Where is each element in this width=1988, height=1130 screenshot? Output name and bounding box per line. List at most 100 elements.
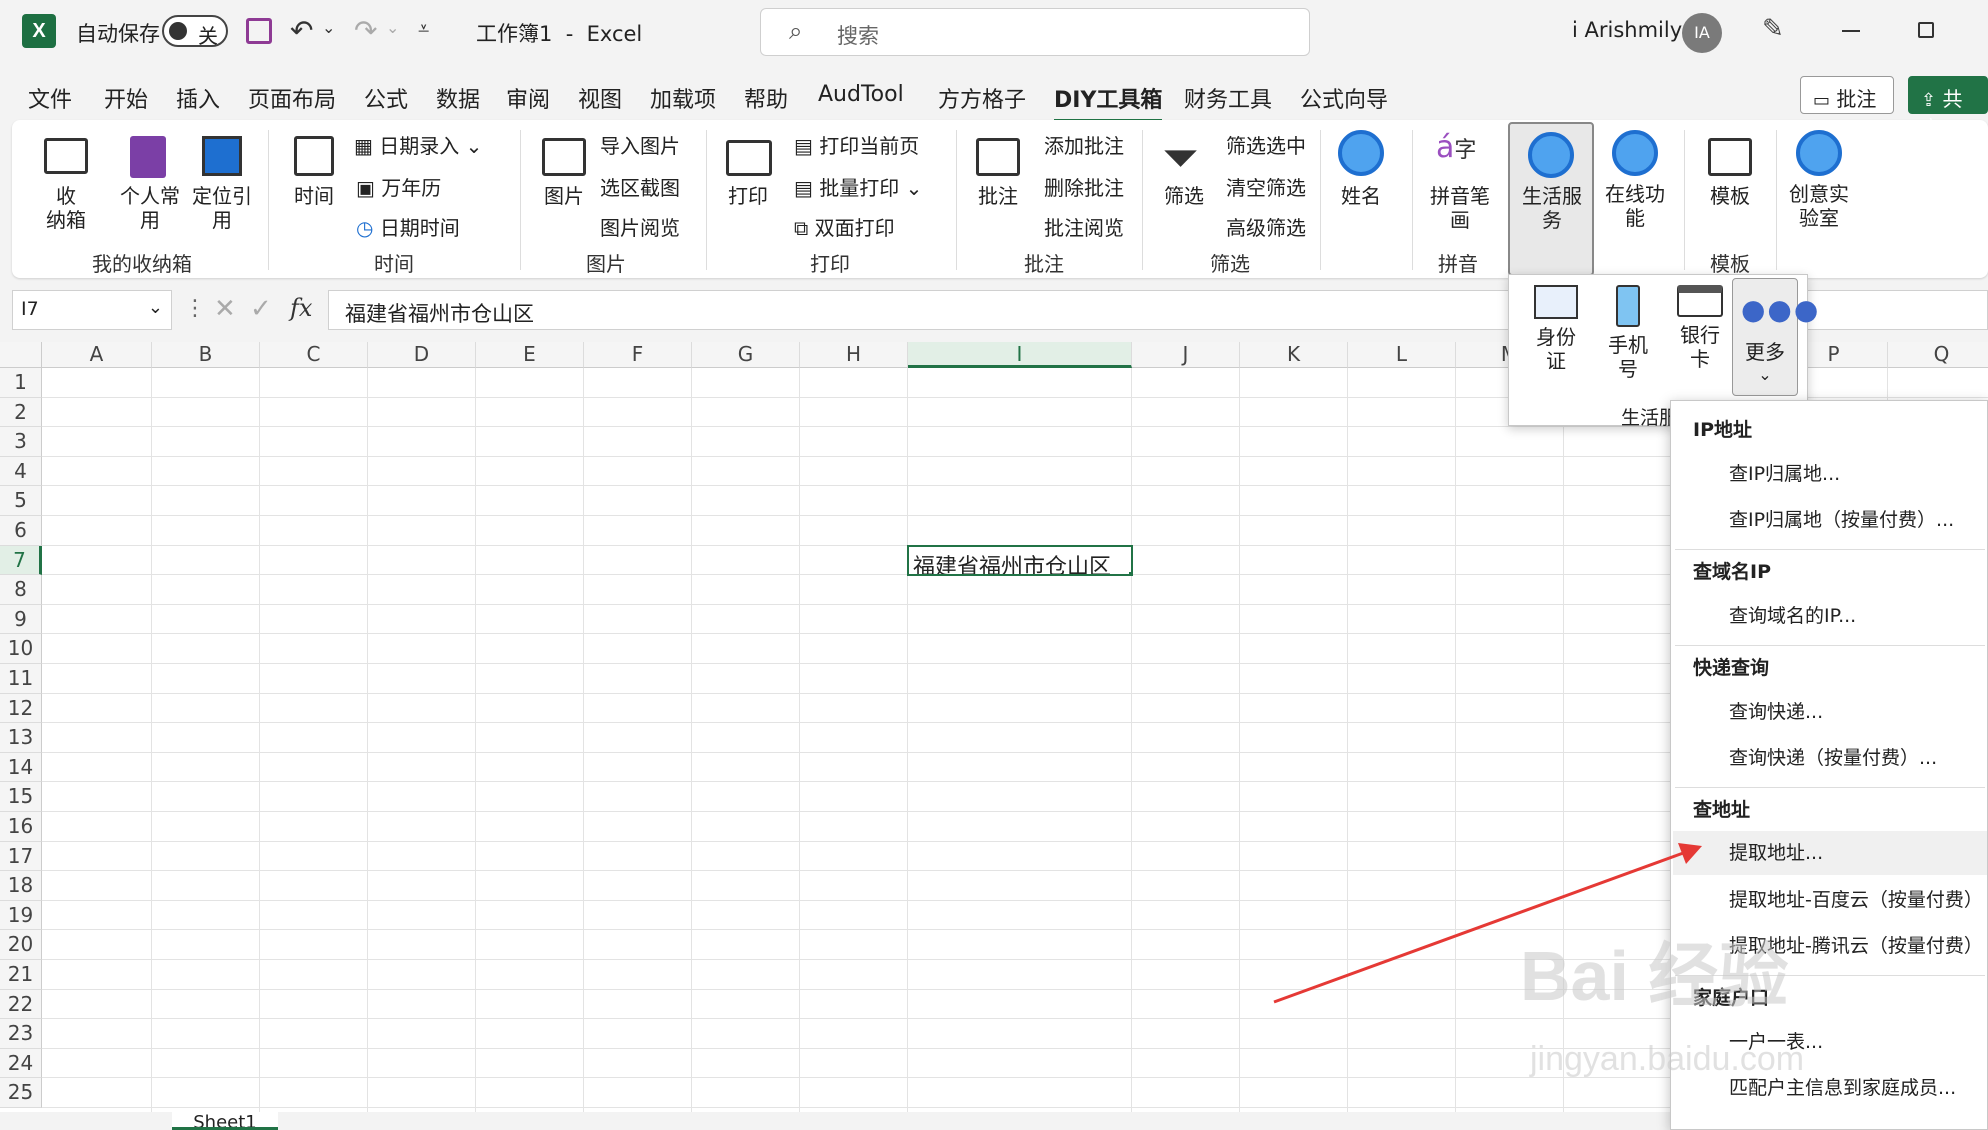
template-button[interactable]: 模板 — [1700, 184, 1760, 208]
column-header[interactable]: J — [1132, 342, 1240, 368]
avatar[interactable]: IA — [1682, 13, 1722, 53]
add-comment-button[interactable]: 添加批注 — [1044, 130, 1124, 159]
life-service-button[interactable]: 生活服 务 — [1508, 122, 1594, 276]
tab-insert[interactable]: 插入 — [176, 82, 220, 114]
share-button[interactable]: ⇪ 共享 — [1908, 76, 1988, 140]
calendar-button[interactable]: ▣ 万年历 — [356, 172, 441, 201]
row-header[interactable]: 25 — [0, 1078, 42, 1108]
minimize-icon[interactable] — [1842, 30, 1860, 32]
row-header[interactable]: 7 — [0, 545, 42, 576]
delete-comment-button[interactable]: 删除批注 — [1044, 172, 1124, 201]
row-header[interactable]: 13 — [0, 723, 42, 753]
comments-button[interactable]: ▭ 批注 — [1800, 76, 1894, 114]
row-header[interactable]: 14 — [0, 752, 42, 783]
print-current-page-button[interactable]: ▤ 打印当前页 — [794, 130, 919, 159]
tab-file[interactable]: 文件 — [28, 82, 72, 114]
pinyin-button[interactable]: 拼音笔 画 — [1428, 184, 1492, 232]
autosave-toggle[interactable]: 关 — [162, 15, 228, 48]
fill-handle[interactable] — [1128, 571, 1131, 575]
datetime-button[interactable]: ◷ 日期时间 — [356, 212, 460, 241]
tab-audtool[interactable]: AudTool — [818, 82, 904, 107]
row-header[interactable]: 3 — [0, 427, 42, 457]
sheet-tab[interactable]: Sheet1 — [172, 1112, 278, 1130]
active-cell[interactable]: 福建省福州市仓山区 — [907, 544, 1133, 577]
customize-toolbar-icon[interactable]: ⩡ — [418, 16, 429, 40]
column-header[interactable]: A — [42, 342, 152, 368]
undo-icon[interactable]: ↶ — [290, 14, 313, 47]
fx-icon[interactable]: fx — [290, 294, 312, 322]
pen-icon[interactable]: ✎ — [1762, 14, 1784, 44]
row-header[interactable]: 22 — [0, 989, 42, 1020]
menu-item[interactable]: 查IP归属地... — [1729, 459, 1840, 486]
row-header[interactable]: 6 — [0, 516, 42, 546]
time-button[interactable]: 时间 — [288, 184, 340, 208]
column-header[interactable]: F — [584, 342, 692, 368]
row-header[interactable]: 16 — [0, 812, 42, 842]
tab-page-layout[interactable]: 页面布局 — [248, 82, 336, 114]
row-header[interactable]: 12 — [0, 693, 42, 724]
row-header[interactable]: 15 — [0, 782, 42, 812]
column-header[interactable]: D — [368, 342, 476, 368]
advanced-filter-button[interactable]: 高级筛选 — [1226, 212, 1306, 241]
cancel-icon[interactable]: ✕ — [214, 294, 236, 324]
online-function-button[interactable]: 在线功 能 — [1602, 182, 1668, 230]
column-header[interactable]: G — [692, 342, 800, 368]
row-header[interactable]: 4 — [0, 456, 42, 487]
user-name[interactable]: i Arishmily — [1572, 18, 1682, 42]
column-header[interactable]: L — [1348, 342, 1456, 368]
import-image-button[interactable]: 导入图片 — [600, 130, 680, 159]
row-header[interactable]: 10 — [0, 634, 42, 664]
filter-button[interactable]: 筛选 — [1158, 184, 1210, 208]
tab-help[interactable]: 帮助 — [744, 82, 788, 114]
row-header[interactable]: 9 — [0, 604, 42, 635]
row-header[interactable]: 5 — [0, 486, 42, 516]
row-header[interactable]: 24 — [0, 1048, 42, 1079]
column-header[interactable]: K — [1240, 342, 1348, 368]
menu-item[interactable]: 查询快递... — [1729, 697, 1823, 724]
redo-icon[interactable]: ↷ — [354, 14, 377, 47]
menu-item[interactable]: 查询域名的IP... — [1729, 601, 1856, 628]
column-header[interactable]: B — [152, 342, 260, 368]
menu-item[interactable]: 提取地址... — [1673, 831, 1987, 875]
row-header[interactable]: 23 — [0, 1019, 42, 1049]
column-header[interactable]: I — [908, 342, 1132, 368]
bank-card-button[interactable]: 银行 卡 — [1667, 285, 1733, 371]
row-header[interactable]: 19 — [0, 900, 42, 931]
tab-home[interactable]: 开始 — [104, 82, 148, 114]
capture-button[interactable]: 选区截图 — [600, 172, 680, 201]
select-all-corner[interactable] — [0, 342, 42, 368]
row-header[interactable]: 8 — [0, 575, 42, 605]
tab-addins[interactable]: 加载项 — [650, 82, 716, 114]
image-button[interactable]: 图片 — [538, 184, 590, 208]
tab-view[interactable]: 视图 — [578, 82, 622, 114]
save-icon[interactable] — [246, 18, 272, 44]
locate-button[interactable]: 定位引 用 — [190, 184, 254, 232]
duplex-print-button[interactable]: ⧉ 双面打印 — [794, 212, 895, 241]
name-button[interactable]: 姓名 — [1332, 184, 1390, 208]
phone-button[interactable]: 手机 号 — [1595, 285, 1661, 381]
name-box[interactable]: I7 ⌄ — [12, 290, 172, 330]
excel-logo-icon[interactable]: X — [22, 14, 56, 48]
tab-finance[interactable]: 财务工具 — [1184, 82, 1272, 114]
row-header[interactable]: 11 — [0, 664, 42, 694]
enter-icon[interactable]: ✓ — [250, 294, 272, 324]
redo-dropdown-icon[interactable]: ⌄ — [386, 18, 399, 37]
print-button[interactable]: 打印 — [722, 184, 774, 208]
column-header[interactable]: Q — [1888, 342, 1988, 368]
date-entry-button[interactable]: ▦ 日期录入 ⌄ — [354, 130, 482, 159]
column-header[interactable]: E — [476, 342, 584, 368]
creative-lab-button[interactable]: 创意实 验室 — [1786, 182, 1852, 230]
tab-data[interactable]: 数据 — [436, 82, 480, 114]
menu-item[interactable]: 查IP归属地（按量付费）... — [1729, 505, 1954, 532]
row-header[interactable]: 17 — [0, 841, 42, 872]
column-header[interactable]: H — [800, 342, 908, 368]
row-header[interactable]: 1 — [0, 368, 42, 398]
store-button[interactable]: 收 纳箱 — [42, 184, 90, 232]
tab-diy-toolbox[interactable]: DIY工具箱 — [1054, 82, 1163, 122]
tab-fangfang[interactable]: 方方格子 — [938, 82, 1026, 114]
row-header[interactable]: 18 — [0, 871, 42, 901]
browse-comment-button[interactable]: 批注阅览 — [1044, 212, 1124, 241]
personal-button[interactable]: 个人常 用 — [118, 184, 182, 232]
more-options-icon[interactable]: ⋮ — [184, 296, 206, 321]
row-header[interactable]: 2 — [0, 397, 42, 428]
